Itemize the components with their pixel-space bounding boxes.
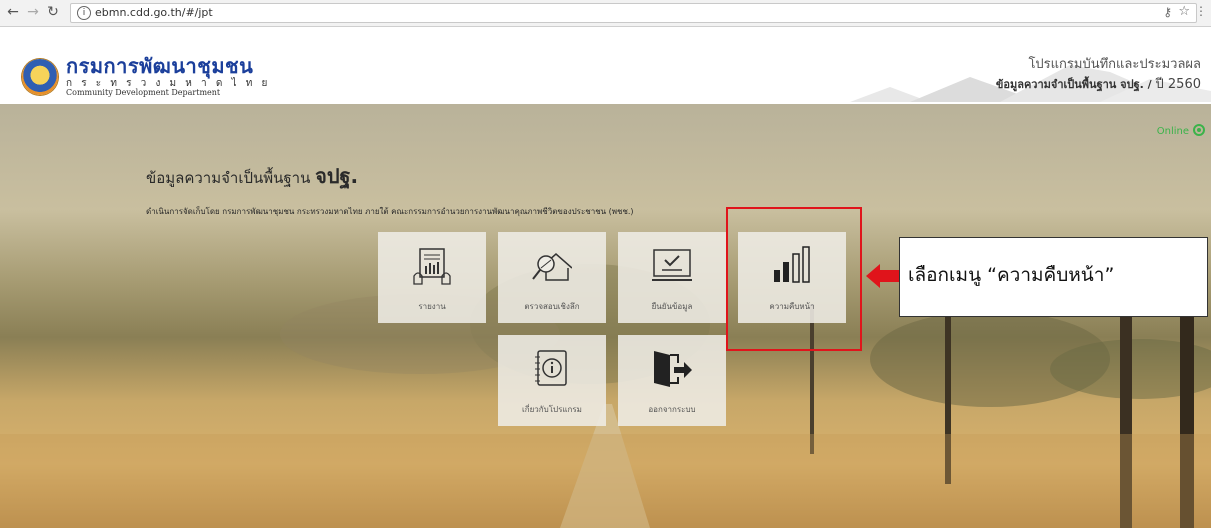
program-sub-text: ข้อมูลความจำเป็นพื้นฐาน จปฐ. /	[995, 78, 1152, 91]
reload-icon[interactable]: ↻	[44, 3, 62, 21]
site-header: กรมการพัฒนาชุมชน ก ร ะ ท ร ว ง ม ห า ด ไ…	[0, 27, 1211, 102]
highlight-box	[726, 207, 862, 351]
url-text: ebmn.cdd.go.th/#/jpt	[95, 6, 213, 19]
menu-tile-inspect[interactable]: ตรวจสอบเชิงลึก	[498, 232, 606, 323]
cdd-seal-logo[interactable]	[22, 59, 58, 95]
key-icon[interactable]: ⚷	[1163, 5, 1172, 19]
online-status-icon	[1193, 124, 1205, 136]
program-title: โปรแกรมบันทึกและประมวลผล	[1028, 57, 1201, 72]
menu-label-report: รายงาน	[418, 302, 446, 311]
hero-title: ข้อมูลความจำเป็นพื้นฐาน จปฐ.	[146, 160, 358, 192]
menu-tile-confirm[interactable]: ยืนยันข้อมูล	[618, 232, 726, 323]
org-name-en: Community Development Department	[66, 88, 221, 97]
address-bar[interactable]: i ebmn.cdd.go.th/#/jpt ⚷ ☆	[70, 3, 1197, 23]
hero-background: Online ข้อมูลความจำเป็นพื้นฐาน จปฐ. ดำเน…	[0, 104, 1211, 528]
annotation-text: เลือกเมนู “ความคืบหน้า”	[908, 264, 1115, 286]
annotation-callout: เลือกเมนู “ความคืบหน้า”	[899, 237, 1208, 317]
hero-title-bold: จปฐ.	[315, 164, 359, 188]
logout-door-icon	[654, 351, 692, 387]
browser-toolbar: ← → ↻ i ebmn.cdd.go.th/#/jpt ⚷ ☆ ⋮	[0, 0, 1211, 27]
menu-tile-report[interactable]: รายงาน	[378, 232, 486, 323]
info-icon[interactable]: i	[77, 6, 91, 20]
menu-tile-about[interactable]: เกี่ยวกับโปรแกรม	[498, 335, 606, 426]
menu-label-about: เกี่ยวกับโปรแกรม	[522, 405, 582, 414]
info-notebook-icon	[535, 350, 567, 386]
inspect-house-icon	[532, 253, 572, 281]
red-arrow-icon	[866, 264, 900, 288]
online-status-label: Online	[1156, 126, 1189, 137]
menu-label-logout: ออกจากระบบ	[648, 405, 696, 414]
menu-tile-logout[interactable]: ออกจากระบบ	[618, 335, 726, 426]
hero-description: ดำเนินการจัดเก็บโดย กรมการพัฒนาชุมชน กระ…	[146, 207, 634, 216]
program-year: ปี 2560	[1155, 77, 1201, 92]
report-icon	[413, 248, 451, 285]
star-icon[interactable]: ☆	[1178, 4, 1190, 19]
menu-kebab-icon[interactable]: ⋮	[1195, 4, 1207, 18]
forward-icon[interactable]: →	[24, 3, 42, 21]
hero-title-text: ข้อมูลความจำเป็นพื้นฐาน	[146, 169, 311, 187]
program-subtitle: ข้อมูลความจำเป็นพื้นฐาน จปฐ. / ปี 2560	[996, 73, 1201, 94]
menu-label-inspect: ตรวจสอบเชิงลึก	[524, 302, 580, 311]
back-icon[interactable]: ←	[4, 3, 22, 21]
confirm-screen-icon	[652, 249, 692, 281]
menu-label-confirm: ยืนยันข้อมูล	[651, 302, 693, 311]
